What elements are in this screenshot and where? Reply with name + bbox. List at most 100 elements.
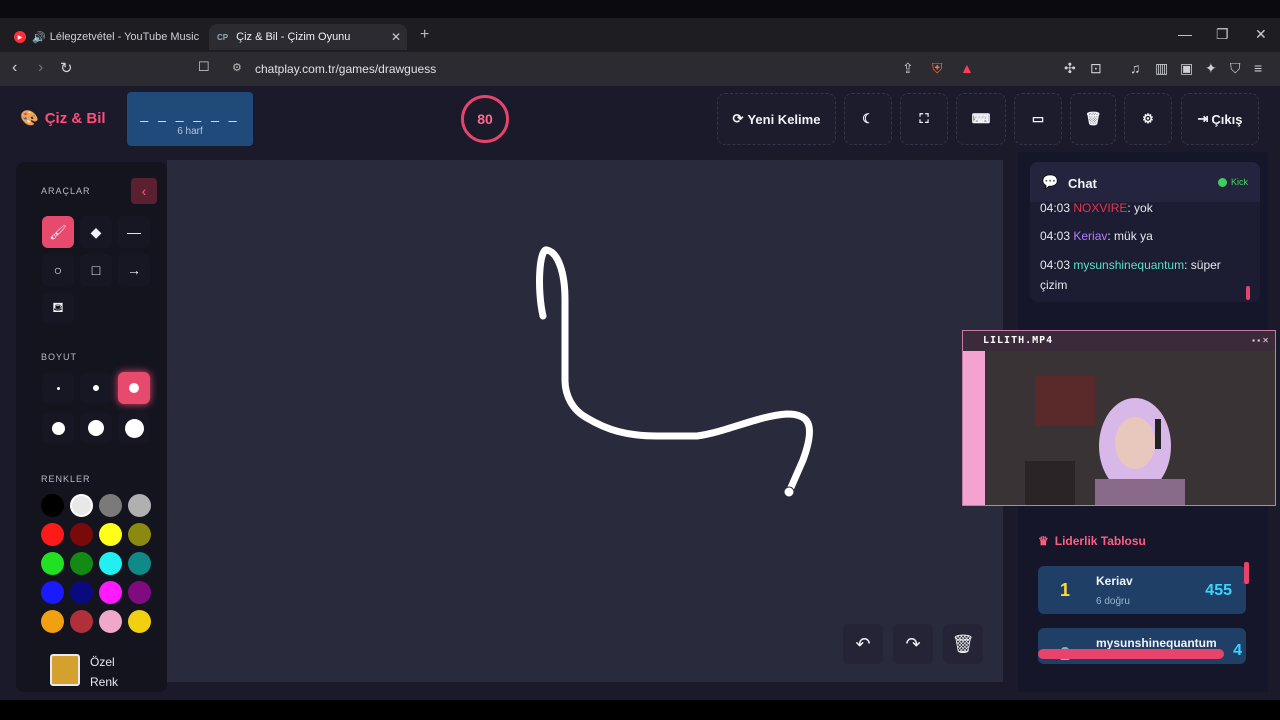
new-tab-icon[interactable]: + <box>420 26 429 44</box>
word-display: _ _ _ _ _ _ 6 harf <box>127 92 253 146</box>
chat-message: 04:03 Keriav: mük ya <box>1040 226 1250 246</box>
brush-tool[interactable]: 🖌 <box>42 216 74 248</box>
chat-user[interactable]: Keriav <box>1073 229 1107 243</box>
chat-user[interactable]: NOXVIRE <box>1073 201 1127 215</box>
drawn-stroke <box>536 246 814 496</box>
brave-shield-icon[interactable]: ⛨ <box>932 60 943 77</box>
rectangle-tool[interactable]: □ <box>80 254 112 286</box>
size-option-3[interactable] <box>118 372 150 404</box>
sidebar-icon[interactable]: ▥ <box>1155 60 1168 77</box>
color-swatch[interactable] <box>41 581 64 604</box>
circle-tool[interactable]: ○ <box>42 254 74 286</box>
headset <box>1155 419 1161 449</box>
undo-button[interactable]: ↶ <box>843 624 883 664</box>
size-option-5[interactable] <box>80 412 112 444</box>
vpn-icon[interactable]: ⛉ <box>1230 60 1241 77</box>
color-swatch[interactable] <box>70 581 93 604</box>
menu-icon[interactable]: ≡ <box>1254 60 1262 76</box>
color-swatch[interactable] <box>70 494 93 517</box>
color-swatch[interactable] <box>70 523 93 546</box>
clear-canvas-button[interactable]: 🗑 <box>943 624 983 664</box>
tab-drawguess[interactable]: CP Çiz & Bil - Çizim Oyunu ✕ <box>209 24 407 50</box>
color-swatch[interactable] <box>99 552 122 575</box>
color-swatch[interactable] <box>41 552 64 575</box>
screenshot-icon[interactable]: ⊡ <box>1090 60 1102 77</box>
delete-button[interactable]: 🗑 <box>1070 93 1116 145</box>
site-info-icon[interactable]: ⚙ <box>232 61 242 74</box>
share-icon[interactable]: ⇪ <box>902 60 914 77</box>
size-option-1[interactable] <box>42 372 74 404</box>
chat-text: : yok <box>1127 201 1153 215</box>
logo: 🎨 Çiz & Bil <box>20 109 106 128</box>
arrow-tool[interactable]: → <box>118 254 150 286</box>
archive-button[interactable]: ▭ <box>1014 93 1062 145</box>
eraser-tool[interactable]: ◆ <box>80 216 112 248</box>
redo-icon: ↷ <box>905 633 921 654</box>
color-swatch[interactable] <box>128 494 151 517</box>
close-tab-icon[interactable]: ✕ <box>391 30 401 44</box>
color-swatch[interactable] <box>99 581 122 604</box>
fullscreen-button[interactable]: ⛶ <box>900 93 948 145</box>
webcam-header: LILITH.MP4 ▪ ▪ ✕ <box>963 331 1275 351</box>
collapse-panel-button[interactable]: ‹ <box>131 178 157 204</box>
drawing-svg <box>536 246 814 498</box>
reload-icon[interactable]: ↻ <box>60 59 73 77</box>
wallet-icon[interactable]: ▣ <box>1180 60 1193 77</box>
size-option-4[interactable] <box>42 412 74 444</box>
size-dot <box>93 385 99 391</box>
chat-scrollbar[interactable] <box>1246 286 1250 300</box>
restore-icon[interactable]: ❐ <box>1216 26 1229 43</box>
kick-status-badge: Kick <box>1217 177 1248 187</box>
colors-title: RENKLER <box>41 474 91 484</box>
color-swatch[interactable] <box>70 610 93 633</box>
url-field[interactable]: chatplay.com.tr/games/drawguess <box>255 62 436 76</box>
leo-icon[interactable]: ✦ <box>1205 60 1217 77</box>
color-swatch[interactable] <box>128 610 151 633</box>
new-word-button[interactable]: ⟳ Yeni Kelime <box>717 93 836 145</box>
redo-button[interactable]: ↷ <box>893 624 933 664</box>
kick-label: Kick <box>1230 177 1248 187</box>
line-tool[interactable]: — <box>118 216 150 248</box>
chat-time: 04:03 <box>1040 258 1071 272</box>
background-shelf <box>1035 376 1095 426</box>
size-dot <box>124 418 144 438</box>
keyboard-icon: ⌨ <box>971 111 991 126</box>
color-swatch[interactable] <box>99 494 122 517</box>
fill-tool[interactable]: ⛾ <box>42 292 74 324</box>
leaderboard-scrollbar[interactable] <box>1244 562 1249 584</box>
extensions-icon[interactable]: ✣ <box>1064 60 1076 77</box>
new-word-label: Yeni Kelime <box>747 111 821 127</box>
background-chair <box>1025 461 1075 505</box>
chat-user[interactable]: mysunshinequantum <box>1073 258 1184 272</box>
crown-icon: ♛ <box>1038 534 1049 548</box>
close-window-icon[interactable]: ✕ <box>1255 26 1267 43</box>
color-swatch[interactable] <box>70 552 93 575</box>
color-swatch[interactable] <box>128 581 151 604</box>
round-timer: 80 <box>461 95 509 143</box>
custom-color-label: Özel Renk <box>90 655 119 689</box>
tab-youtube-music[interactable]: ▶ 🔊 Lélegzetvétel - YouTube Music <box>8 24 204 50</box>
game-app: 🎨 Çiz & Bil _ _ _ _ _ _ 6 harf 80 ⟳ Yeni… <box>0 86 1280 700</box>
drawing-canvas[interactable]: ↶ ↷ 🗑 <box>167 160 1003 682</box>
size-option-6[interactable] <box>118 412 150 444</box>
size-option-2[interactable] <box>80 372 112 404</box>
minimize-icon[interactable]: — <box>1178 26 1192 42</box>
exit-button[interactable]: ⇥ Çıkış <box>1181 93 1259 145</box>
color-swatch[interactable] <box>41 494 64 517</box>
color-swatch[interactable] <box>99 523 122 546</box>
custom-color-button[interactable] <box>50 654 80 686</box>
keyboard-button[interactable]: ⌨ <box>956 93 1006 145</box>
color-swatch[interactable] <box>41 610 64 633</box>
paint-bucket-icon: ⛾ <box>52 298 64 315</box>
forward-icon[interactable]: › <box>38 59 43 77</box>
settings-button[interactable]: ⚙ <box>1124 93 1172 145</box>
dark-mode-button[interactable]: ☾ <box>844 93 892 145</box>
back-icon[interactable]: ‹ <box>12 59 17 77</box>
music-icon[interactable]: ♫ <box>1130 60 1141 76</box>
color-swatch[interactable] <box>99 610 122 633</box>
bookmark-icon[interactable]: ☐ <box>198 59 210 75</box>
brave-rewards-icon[interactable]: ▲ <box>960 60 974 76</box>
color-swatch[interactable] <box>128 552 151 575</box>
color-swatch[interactable] <box>41 523 64 546</box>
color-swatch[interactable] <box>128 523 151 546</box>
